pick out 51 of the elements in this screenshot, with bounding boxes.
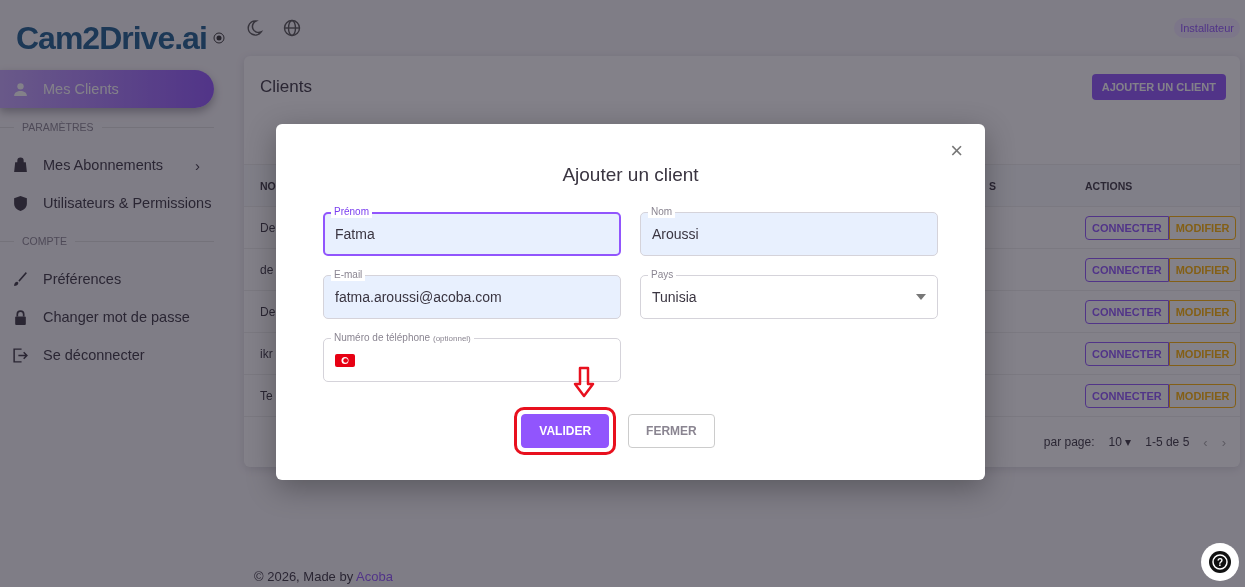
column-header: NO [260,179,276,192]
card-title: Clients [260,77,312,97]
page-range: 1-5 de 5 [1145,435,1190,449]
help-button[interactable]: ? [1201,543,1239,581]
brand-logo: Cam2Drive.ai [16,19,207,57]
validate-button[interactable]: VALIDER [521,414,610,448]
connect-button[interactable]: CONNECTER [1085,341,1169,366]
field-label: E-mail [331,268,366,281]
flag-icon [335,353,355,367]
column-header: ACTIONS [1085,179,1133,192]
down-arrow-annotation [573,366,595,398]
connect-button[interactable]: CONNECTER [1085,299,1169,324]
dialog-title: Ajouter un client [561,164,700,186]
registered-icon [212,32,225,44]
person-icon [12,80,29,98]
sidebar-item[interactable]: Préférences [0,260,214,298]
footer-text: © 2026, Made by Acoba [254,569,393,584]
close-button[interactable]: × [946,140,967,162]
close-dialog-button[interactable]: FERMER [628,414,715,448]
chevron-icon: › [195,156,201,174]
table-cell: ikr [260,346,273,361]
add-client-button[interactable]: AJOUTER UN CLIENT [1091,74,1226,100]
shield-icon [12,194,29,212]
logout-icon [12,346,29,364]
role-badge: Installateur [1174,18,1240,38]
table-cell: De [260,304,276,319]
help-icon: ? [1208,550,1232,574]
connect-button[interactable]: CONNECTER [1085,215,1169,240]
sidebar-item[interactable]: Mes Abonnements › [0,146,214,184]
column-header: S [989,179,996,192]
sidebar-item[interactable]: Se déconnecter [0,336,214,374]
field-label: Nom [648,205,676,218]
next-page-icon[interactable]: › [1221,434,1226,450]
footer-link[interactable]: Acoba [356,569,393,584]
lock-icon [12,308,29,326]
field-label: Prénom [331,205,372,218]
field-label: Pays [648,268,677,281]
sidebar-item[interactable]: Utilisateurs & Permissions [0,184,214,222]
rows-per-page-select[interactable]: 10 ▾ [1108,435,1132,449]
brush-icon [12,270,29,288]
table-cell: de [260,262,274,277]
table-cell: Te [260,388,273,403]
sidebar-item[interactable]: Changer mot de passe [0,298,214,336]
table-cell: De [260,220,276,235]
rows-per-page-label: par page: [1043,435,1095,449]
globe-icon[interactable] [282,18,302,38]
bag-icon [12,156,29,174]
connect-button[interactable]: CONNECTER [1085,383,1169,408]
connect-button[interactable]: CONNECTER [1085,257,1169,282]
dropdown-caret-icon [916,294,926,300]
field-label: Numéro de téléphone (optionnel) [331,331,474,345]
